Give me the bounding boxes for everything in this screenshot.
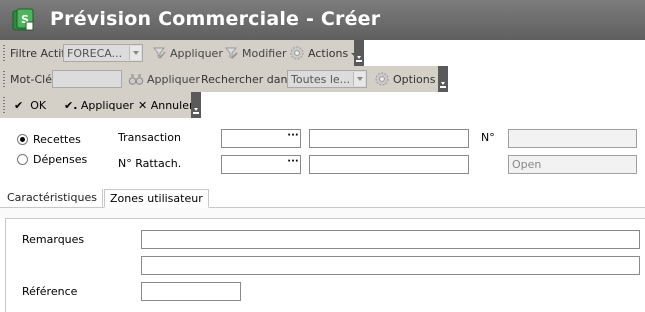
active-filter-value: FORECA...: [67, 47, 123, 60]
transaction-label: Transaction: [118, 131, 181, 144]
transaction-code-field[interactable]: ···: [221, 129, 301, 148]
status-field: Open: [508, 155, 637, 174]
active-filter-combo[interactable]: FORECA...: [63, 44, 143, 62]
search-in-combo[interactable]: Toutes le...: [287, 70, 367, 88]
keyword-input[interactable]: [52, 70, 122, 88]
close-icon: ✕: [138, 99, 148, 112]
cancel-label: Annuler: [150, 99, 194, 112]
link-desc-field[interactable]: [309, 155, 469, 174]
toolbar-grip[interactable]: [3, 97, 5, 113]
actions-menu[interactable]: Actions: [308, 47, 358, 60]
title-bar: S Prévision Commerciale - Créer: [0, 0, 645, 40]
options-label: Options: [393, 73, 436, 86]
search-in-value: Toutes le...: [291, 73, 351, 86]
radio-expense[interactable]: [17, 154, 28, 165]
toolbar-overflow-button[interactable]: [191, 92, 201, 118]
binoculars-icon[interactable]: [128, 71, 144, 87]
ok-apply-label: Appliquer: [80, 99, 134, 112]
link-number-label: N° Rattach.: [118, 157, 182, 170]
app-logo-icon: S: [12, 8, 34, 31]
ok-label: OK: [30, 99, 47, 112]
tab-panel-margin: [0, 208, 645, 218]
toolbar-overflow-button[interactable]: [438, 66, 448, 92]
transaction-desc-field[interactable]: [309, 129, 469, 148]
ok-apply-button[interactable]: ✔. Appliquer: [64, 99, 134, 112]
remarks-line2-field[interactable]: [141, 256, 640, 275]
tab-characteristics[interactable]: Caractéristiques: [2, 189, 103, 208]
radio-income[interactable]: [17, 134, 28, 145]
modify-filter-button[interactable]: Modifier: [242, 47, 286, 60]
reference-label: Référence: [22, 285, 78, 298]
ok-button[interactable]: ✔ OK: [14, 99, 46, 112]
lookup-icon[interactable]: ···: [286, 156, 300, 173]
radio-expense-label[interactable]: Dépenses: [33, 153, 87, 166]
filter-toolbar: Filtre Actif FORECA... Appliquer Modifie…: [0, 40, 364, 66]
apply-filter-icon[interactable]: [151, 45, 167, 61]
radio-income-label[interactable]: Recettes: [33, 133, 81, 146]
number-label: N°: [481, 131, 495, 144]
search-in-label: Rechercher dans: [201, 73, 294, 86]
modify-filter-icon[interactable]: [223, 45, 239, 61]
gear-icon: [290, 46, 304, 60]
remarks-label: Remarques: [22, 233, 85, 246]
filter-label: Filtre Actif: [10, 47, 66, 60]
search-toolbar: Mot-Clé Appliquer Rechercher dans Toutes…: [0, 66, 448, 92]
user-zones-panel: Remarques Référence: [5, 218, 645, 312]
link-code-field[interactable]: ···: [221, 155, 301, 174]
window-title: Prévision Commerciale - Créer: [50, 8, 381, 30]
apply-search-button[interactable]: Appliquer: [147, 73, 200, 86]
number-field: [508, 129, 637, 148]
chevron-down-icon[interactable]: [353, 72, 365, 86]
remarks-line1-field[interactable]: [141, 230, 640, 249]
action-toolbar: ✔ OK ✔. Appliquer ✕ Annuler: [0, 92, 201, 118]
check-icon: ✔: [14, 99, 24, 112]
apply-filter-button[interactable]: Appliquer: [170, 47, 223, 60]
toolbar-grip[interactable]: [3, 45, 5, 61]
actions-label: Actions: [308, 47, 349, 60]
keyword-label: Mot-Clé: [10, 73, 53, 86]
lookup-icon[interactable]: ···: [286, 130, 300, 147]
status-value: Open: [512, 158, 542, 171]
toolbar-grip[interactable]: [3, 71, 5, 87]
gear-icon: [375, 72, 389, 86]
reference-field[interactable]: [141, 282, 241, 301]
chevron-down-icon[interactable]: [129, 46, 141, 60]
toolbar-overflow-button[interactable]: [354, 40, 364, 66]
check-apply-icon: ✔.: [64, 99, 78, 112]
cancel-button[interactable]: ✕ Annuler: [138, 99, 194, 112]
tab-user-zones[interactable]: Zones utilisateur: [104, 189, 209, 208]
options-menu[interactable]: Options: [393, 73, 445, 86]
